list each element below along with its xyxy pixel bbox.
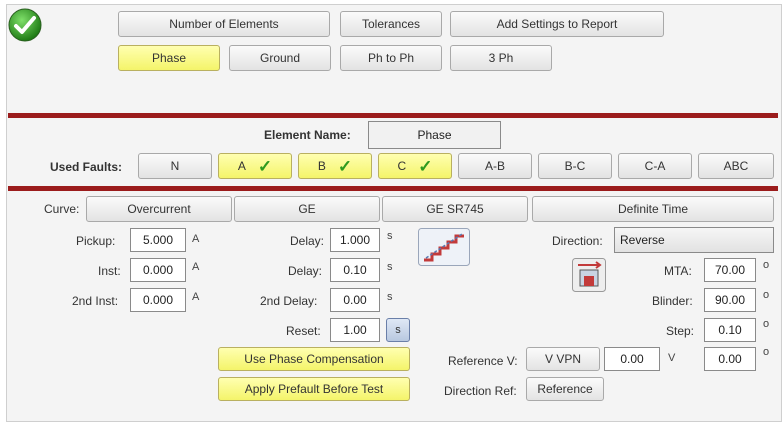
- used-faults-label: Used Faults:: [50, 160, 123, 174]
- blinder-unit: o: [763, 289, 770, 301]
- check-icon: ✓: [257, 156, 273, 176]
- relay-fault-icon[interactable]: [572, 258, 606, 292]
- delay-b-input[interactable]: 0.10: [330, 258, 380, 282]
- inst-label: Inst:: [98, 264, 121, 278]
- mta-unit: o: [763, 259, 770, 271]
- delay-b-unit: s: [387, 261, 393, 273]
- delay-input[interactable]: 1.000: [330, 228, 380, 252]
- delay2-label: 2nd Delay:: [260, 294, 318, 308]
- reference-v-magnitude-unit: V: [668, 352, 676, 364]
- fault-a-label: A: [237, 159, 246, 173]
- direction-select[interactable]: Reverse: [614, 227, 774, 253]
- use-phase-compensation-button[interactable]: Use Phase Compensation: [218, 347, 410, 371]
- reset-input[interactable]: 1.00: [330, 318, 380, 342]
- delay-label: Delay:: [290, 234, 325, 248]
- fault-ab-button[interactable]: A-B: [458, 153, 532, 179]
- fault-b-button[interactable]: B ✓: [298, 153, 372, 179]
- delay-b-label: Delay:: [288, 264, 323, 278]
- direction-ref-label: Direction Ref:: [444, 384, 517, 398]
- inst-unit: A: [192, 261, 200, 273]
- fault-c-button[interactable]: C ✓: [378, 153, 452, 179]
- inst-input[interactable]: 0.000: [130, 258, 186, 282]
- fault-abc-button[interactable]: ABC: [698, 153, 774, 179]
- status-check-icon: [8, 8, 42, 42]
- delay2-unit: s: [387, 291, 393, 303]
- add-settings-to-report-button[interactable]: Add Settings to Report: [450, 11, 664, 37]
- apply-prefault-button[interactable]: Apply Prefault Before Test: [218, 377, 410, 401]
- fault-b-label: B: [317, 159, 326, 173]
- curve-label: Curve:: [44, 202, 80, 216]
- section-divider-top: [8, 113, 778, 118]
- reset-unit-button[interactable]: s: [386, 318, 410, 342]
- fault-bc-button[interactable]: B-C: [538, 153, 612, 179]
- delay2-input[interactable]: 0.00: [330, 288, 380, 312]
- reference-v-angle-input[interactable]: 0.00: [704, 347, 756, 371]
- reset-label: Reset:: [286, 324, 321, 338]
- mta-label: MTA:: [664, 264, 692, 278]
- direction-label: Direction:: [552, 234, 603, 248]
- delay-unit: s: [387, 230, 393, 242]
- fault-n-button[interactable]: N: [138, 153, 212, 179]
- blinder-input[interactable]: 90.00: [704, 288, 756, 312]
- pickup-unit: A: [192, 233, 200, 245]
- step-label: Step:: [666, 324, 695, 338]
- reference-v-label: Reference V:: [448, 354, 518, 368]
- fault-a-button[interactable]: A ✓: [218, 153, 292, 179]
- pickup-label: Pickup:: [76, 234, 116, 248]
- fault-c-label: C: [397, 159, 407, 173]
- mta-input[interactable]: 70.00: [704, 258, 756, 282]
- check-icon: ✓: [337, 156, 353, 176]
- reference-v-select[interactable]: V VPN: [526, 347, 600, 371]
- reference-v-magnitude-input[interactable]: 0.00: [604, 347, 660, 371]
- blinder-label: Blinder:: [652, 294, 693, 308]
- tab-3-ph[interactable]: 3 Ph: [450, 45, 552, 71]
- pickup-input[interactable]: 5.000: [130, 228, 186, 252]
- curve-type-button[interactable]: Overcurrent: [86, 196, 232, 222]
- fault-ca-button[interactable]: C-A: [618, 153, 692, 179]
- inst2-label: 2nd Inst:: [72, 294, 119, 308]
- staircase-curve-icon[interactable]: [418, 228, 470, 266]
- curve-characteristic-button[interactable]: Definite Time: [532, 196, 774, 222]
- reference-v-angle-unit: o: [763, 346, 770, 358]
- inst2-unit: A: [192, 291, 200, 303]
- step-input[interactable]: 0.10: [704, 318, 756, 342]
- step-unit: o: [763, 318, 770, 330]
- distance-settings-window: Number of Elements Tolerances Add Settin…: [0, 0, 784, 425]
- section-divider-bottom: [8, 186, 778, 191]
- element-name-field[interactable]: Phase: [368, 121, 501, 149]
- curve-model-button[interactable]: GE SR745: [382, 196, 528, 222]
- curve-manufacturer-button[interactable]: GE: [234, 196, 380, 222]
- tolerances-button[interactable]: Tolerances: [340, 11, 442, 37]
- direction-ref-button[interactable]: Reference: [526, 377, 604, 401]
- inst2-input[interactable]: 0.000: [130, 288, 186, 312]
- tab-ground[interactable]: Ground: [229, 45, 331, 71]
- tab-ph-to-ph[interactable]: Ph to Ph: [340, 45, 442, 71]
- tab-phase[interactable]: Phase: [118, 45, 220, 71]
- element-name-label: Element Name:: [264, 128, 351, 142]
- number-of-elements-button[interactable]: Number of Elements: [118, 11, 330, 37]
- check-icon: ✓: [418, 156, 433, 176]
- fault-n-label: N: [170, 159, 180, 173]
